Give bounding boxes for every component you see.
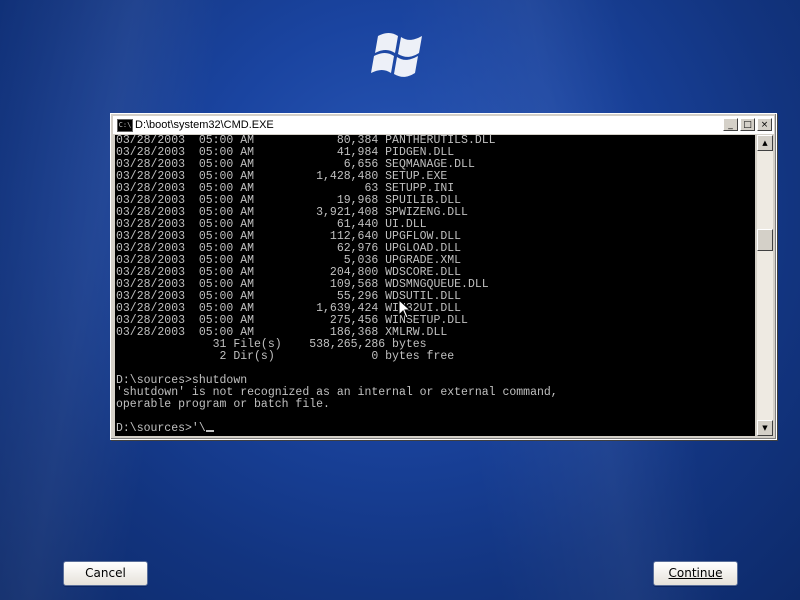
scroll-thumb[interactable] <box>757 229 773 251</box>
console-text: 03/28/2003 05:00 AM 80,384 PANTHERUTILS.… <box>115 135 755 435</box>
text-cursor <box>205 430 214 432</box>
cancel-button[interactable]: Cancel <box>63 561 148 586</box>
close-button[interactable]: × <box>757 118 772 131</box>
cmd-window[interactable]: C:\ D:\boot\system32\CMD.EXE _ □ × 03/28… <box>110 113 777 440</box>
console-output[interactable]: 03/28/2003 05:00 AM 80,384 PANTHERUTILS.… <box>115 135 755 436</box>
vertical-scrollbar[interactable]: ▲ ▼ <box>757 135 773 436</box>
continue-label: Continue <box>668 566 723 580</box>
window-title: D:\boot\system32\CMD.EXE <box>135 119 274 131</box>
window-titlebar[interactable]: C:\ D:\boot\system32\CMD.EXE _ □ × <box>113 116 774 134</box>
mouse-pointer-icon <box>398 299 412 319</box>
scroll-up-button[interactable]: ▲ <box>757 135 773 151</box>
scroll-down-button[interactable]: ▼ <box>757 420 773 436</box>
console-line: 2 Dir(s) 0 bytes free <box>116 350 455 363</box>
windows-logo-icon <box>371 33 422 77</box>
console-line: D:\sources>'\ <box>116 422 206 435</box>
continue-button[interactable]: Continue <box>653 561 738 586</box>
cmd-icon: C:\ <box>117 119 133 132</box>
console-line: operable program or batch file. <box>116 398 330 411</box>
maximize-button[interactable]: □ <box>740 118 755 131</box>
minimize-button[interactable]: _ <box>723 118 738 131</box>
